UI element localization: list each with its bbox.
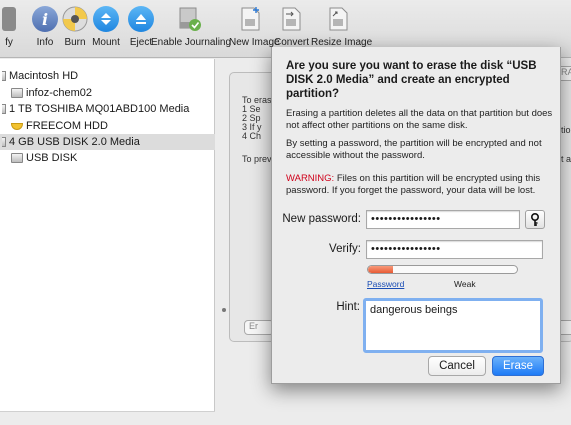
new-password-label: New password: [282, 213, 361, 225]
convert-icon [276, 4, 306, 34]
sidebar-item-usb-disk[interactable]: USB DISK [0, 150, 215, 166]
hard-disk-icon [2, 104, 6, 114]
hint-field[interactable]: dangerous beings [363, 298, 543, 353]
info-icon: i [30, 4, 60, 34]
sheet-warning: WARNING: Files on this partition will be… [286, 173, 556, 197]
hard-disk-icon [2, 71, 6, 81]
background-text: To prev [242, 154, 272, 164]
resize-image-icon [323, 4, 353, 34]
splitter-handle[interactable] [222, 308, 226, 312]
hint-label: Hint: [336, 301, 360, 313]
new-image-icon [235, 4, 265, 34]
password-strength-text: Weak [454, 279, 476, 289]
warning-label: WARNING: [286, 173, 335, 184]
sidebar-item-macintosh-hd[interactable]: Macintosh HD [0, 68, 215, 84]
verify-label: Verify: [329, 243, 361, 255]
volume-icon [11, 88, 23, 98]
sheet-description: Erasing a partition deletes all the data… [286, 108, 553, 131]
sheet-encryption-note: By setting a password, the partition wil… [286, 138, 542, 161]
background-text: t a v [561, 154, 571, 164]
sidebar-item-usb-disk-media[interactable]: 4 GB USB DISK 2.0 Media [0, 134, 215, 150]
verify-password-field[interactable]: •••••••••••••••• [366, 240, 543, 259]
background-text: 4 Ch [242, 131, 262, 141]
key-icon [531, 212, 539, 226]
info-button[interactable]: i Info [30, 4, 60, 48]
verify-icon [0, 4, 24, 34]
background-text: tion [561, 125, 571, 135]
external-drive-icon [11, 122, 23, 130]
new-image-button[interactable]: New Image [229, 4, 280, 48]
password-link[interactable]: Password [367, 279, 404, 289]
volume-icon [11, 153, 23, 163]
new-password-field[interactable]: •••••••••••••••• [366, 210, 520, 229]
password-strength-meter [367, 265, 518, 274]
journaling-icon [174, 4, 204, 34]
sheet-title: Are you sure you want to erase the disk … [286, 60, 537, 100]
erase-button-background[interactable]: Er [244, 320, 274, 335]
burn-icon [60, 4, 90, 34]
verify-button[interactable]: fy [0, 4, 24, 48]
sidebar: Macintosh HD infoz-chem02 1 TB TOSHIBA M… [0, 59, 215, 425]
sidebar-item-freecom-hdd[interactable]: FREECOM HDD [0, 118, 215, 134]
mount-icon [91, 4, 121, 34]
cancel-button[interactable]: Cancel [428, 356, 486, 376]
mount-button[interactable]: Mount [91, 4, 121, 48]
convert-button[interactable]: Convert [274, 4, 309, 48]
sidebar-footer [0, 411, 215, 425]
sidebar-item-toshiba[interactable]: 1 TB TOSHIBA MQ01ABD100 Media [0, 101, 215, 117]
resize-image-button[interactable]: Resize Image [311, 4, 372, 48]
strength-meter-fill [368, 266, 394, 273]
sidebar-item-infoz-chem02[interactable]: infoz-chem02 [0, 85, 215, 101]
erase-button[interactable]: Erase [492, 356, 544, 376]
password-assistant-button[interactable] [525, 210, 545, 229]
hard-disk-icon [2, 137, 6, 147]
burn-button[interactable]: Burn [60, 4, 90, 48]
enable-journaling-button[interactable]: Enable Journaling [151, 4, 231, 48]
